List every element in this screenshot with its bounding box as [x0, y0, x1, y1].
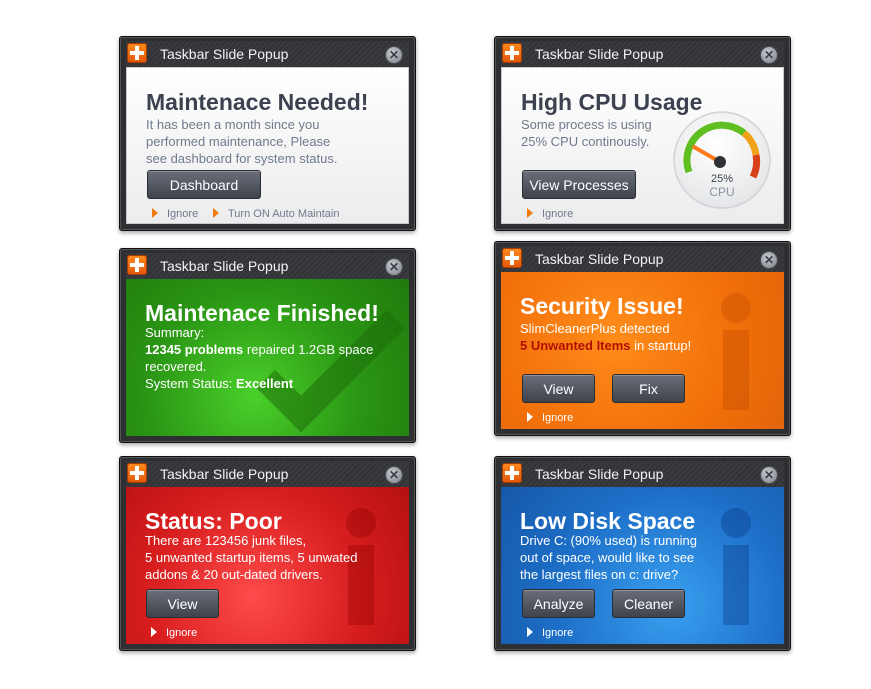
problems-count: 12345 problems	[145, 342, 244, 357]
arrow-right-icon	[527, 412, 533, 422]
cpu-gauge: 25% CPU	[672, 110, 772, 210]
popup-content: Security Issue! SlimCleanerPlus detected…	[501, 272, 784, 429]
popup-low-disk-space: Taskbar Slide Popup ✕ Low Disk Space Dri…	[494, 456, 791, 651]
close-icon[interactable]: ✕	[760, 46, 778, 64]
popup-message: It has been a month since you performed …	[146, 116, 337, 167]
analyze-button[interactable]: Analyze	[522, 589, 595, 618]
popup-message: SlimCleanerPlus detected 5 Unwanted Item…	[520, 320, 691, 354]
app-logo-plus-icon	[502, 463, 522, 483]
app-logo-plus-icon	[127, 463, 147, 483]
arrow-right-icon	[213, 208, 219, 218]
view-button[interactable]: View	[522, 374, 595, 403]
close-icon[interactable]: ✕	[760, 251, 778, 269]
popup-titlebar: Taskbar Slide Popup ✕	[501, 461, 784, 487]
message-line: Some process is using	[521, 117, 652, 132]
arrow-right-icon	[527, 627, 533, 637]
ignore-link[interactable]: Ignore	[152, 208, 198, 220]
message-line: recovered.	[145, 359, 207, 374]
popup-title: Taskbar Slide Popup	[160, 466, 289, 482]
popup-title: Taskbar Slide Popup	[535, 466, 664, 482]
app-logo-plus-icon	[127, 255, 147, 275]
popup-heading: Maintenace Finished!	[145, 300, 379, 326]
arrow-right-icon	[151, 627, 157, 637]
arrow-right-icon	[527, 208, 533, 218]
popup-title: Taskbar Slide Popup	[535, 46, 664, 62]
message-line: 12345 problems repaired 1.2GB space	[145, 342, 374, 357]
popup-titlebar: Taskbar Slide Popup ✕	[501, 246, 784, 272]
ignore-link[interactable]: Ignore	[527, 208, 573, 220]
close-icon[interactable]: ✕	[385, 46, 403, 64]
message-line: There are 123456 junk files,	[145, 533, 307, 548]
ignore-link[interactable]: Ignore	[151, 627, 197, 639]
message-line: the largest files on c: drive?	[520, 567, 679, 582]
auto-maintain-link[interactable]: Turn ON Auto Maintain	[213, 208, 339, 220]
popup-maintenance-needed: Taskbar Slide Popup ✕ Maintenace Needed!…	[119, 36, 416, 231]
app-logo-plus-icon	[502, 248, 522, 268]
view-button[interactable]: View	[146, 589, 219, 618]
popup-content: Low Disk Space Drive C: (90% used) is ru…	[501, 487, 784, 644]
popup-titlebar: Taskbar Slide Popup ✕	[126, 253, 409, 279]
popup-content: High CPU Usage Some process is using 25%…	[501, 67, 784, 224]
close-icon[interactable]: ✕	[385, 466, 403, 484]
popup-heading: Maintenace Needed!	[146, 89, 369, 115]
popup-content: Maintenace Needed! It has been a month s…	[126, 67, 409, 224]
cpu-gauge-unit: CPU	[709, 185, 735, 199]
fix-button[interactable]: Fix	[612, 374, 685, 403]
popup-maintenance-finished: Taskbar Slide Popup ✕ Maintenace Finishe…	[119, 248, 416, 443]
popup-heading: Status: Poor	[145, 508, 282, 534]
popup-title: Taskbar Slide Popup	[160, 46, 289, 62]
ignore-link[interactable]: Ignore	[527, 412, 573, 424]
view-processes-button[interactable]: View Processes	[522, 170, 636, 199]
ignore-link[interactable]: Ignore	[527, 627, 573, 639]
message-line: see dashboard for system status.	[146, 151, 338, 166]
popup-high-cpu: Taskbar Slide Popup ✕ High CPU Usage Som…	[494, 36, 791, 231]
popup-content: Status: Poor There are 123456 junk files…	[126, 487, 409, 644]
popup-message: Some process is using 25% CPU continousl…	[521, 116, 652, 150]
message-line: 5 Unwanted Items in startup!	[520, 338, 692, 353]
status-line: System Status: Excellent	[145, 376, 294, 391]
popup-title: Taskbar Slide Popup	[535, 251, 664, 267]
popup-message: There are 123456 junk files, 5 unwanted …	[145, 532, 357, 583]
arrow-right-icon	[152, 208, 158, 218]
message-line: out of space, would like to see	[520, 550, 695, 565]
message-line: SlimCleanerPlus detected	[520, 321, 670, 336]
popup-status-poor: Taskbar Slide Popup ✕ Status: Poor There…	[119, 456, 416, 651]
close-icon[interactable]: ✕	[760, 466, 778, 484]
message-line: performed maintenance, Please	[146, 134, 331, 149]
message-line: 25% CPU continously.	[521, 134, 650, 149]
popup-titlebar: Taskbar Slide Popup ✕	[126, 41, 409, 67]
cpu-gauge-value: 25%	[710, 173, 734, 185]
message-line: Drive C: (90% used) is running	[520, 533, 698, 548]
popup-heading: Low Disk Space	[520, 508, 696, 534]
popup-title: Taskbar Slide Popup	[160, 258, 289, 274]
status-value: Excellent	[236, 376, 294, 391]
popup-security-issue: Taskbar Slide Popup ✕ Security Issue! Sl…	[494, 241, 791, 436]
popup-content: Maintenace Finished! Summary: 12345 prob…	[126, 279, 409, 436]
message-line: 5 unwanted startup items, 5 unwated	[145, 550, 358, 565]
popup-message: Drive C: (90% used) is running out of sp…	[520, 532, 697, 583]
app-logo-plus-icon	[502, 43, 522, 63]
popup-titlebar: Taskbar Slide Popup ✕	[126, 461, 409, 487]
popup-heading: Security Issue!	[520, 293, 684, 319]
cleaner-button[interactable]: Cleaner	[612, 589, 685, 618]
message-line: It has been a month since you	[146, 117, 320, 132]
dashboard-button[interactable]: Dashboard	[147, 170, 261, 199]
app-logo-plus-icon	[127, 43, 147, 63]
unwanted-items-count: 5 Unwanted Items	[520, 338, 631, 353]
summary-label: Summary:	[145, 325, 205, 340]
popup-titlebar: Taskbar Slide Popup ✕	[501, 41, 784, 67]
popup-message: Summary: 12345 problems repaired 1.2GB s…	[145, 324, 373, 392]
message-line: addons & 20 out-dated drivers.	[145, 567, 323, 582]
close-icon[interactable]: ✕	[385, 258, 403, 276]
